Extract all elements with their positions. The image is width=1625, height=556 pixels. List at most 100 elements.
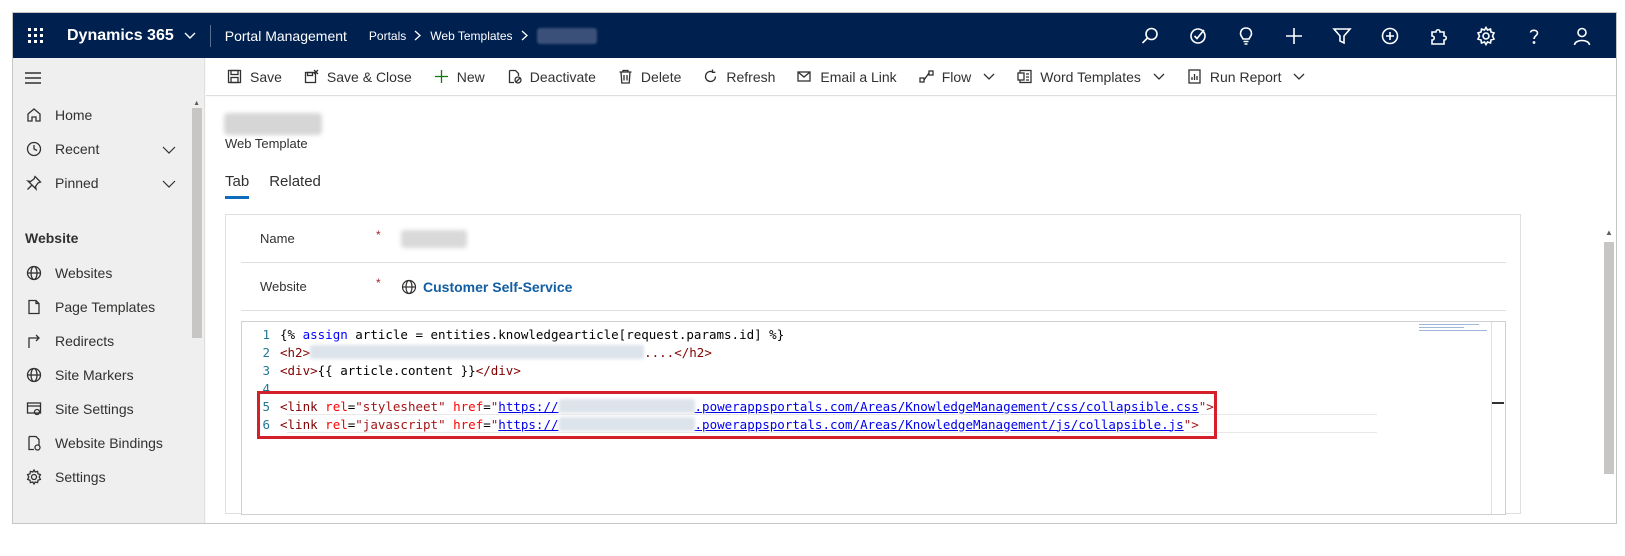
page-scroll-thumb[interactable]: [1604, 242, 1614, 474]
line-number: 3: [262, 362, 270, 378]
sidebar-item-site-settings[interactable]: Site Settings: [13, 392, 204, 426]
flow-button[interactable]: Flow: [908, 58, 1007, 96]
chevron-down-icon: [184, 32, 196, 39]
user-profile-button[interactable]: [1558, 13, 1606, 58]
app-launcher-button[interactable]: [13, 13, 57, 58]
code-redacted: [310, 345, 645, 359]
brand-menu[interactable]: Dynamics 365: [67, 27, 196, 45]
save-icon: [227, 69, 242, 84]
code-token: <div>: [280, 362, 318, 378]
editor-scroll-marker: [1492, 402, 1504, 404]
deactivate-icon: [508, 69, 522, 84]
plus-icon: [434, 70, 448, 83]
sidebar-item-home[interactable]: Home: [13, 98, 204, 132]
sidebar-item-website-bindings[interactable]: Website Bindings: [13, 426, 204, 460]
sidebar-item-site-markers[interactable]: Site Markers: [13, 358, 204, 392]
code-line-2: 2 <h2> ....</h2>: [242, 343, 712, 361]
deactivate-button[interactable]: Deactivate: [496, 58, 607, 96]
breadcrumb-record-redacted: [536, 27, 597, 44]
lightbulb-button[interactable]: [1222, 13, 1270, 58]
required-indicator: *: [376, 275, 381, 290]
save-close-button[interactable]: Save & Close: [293, 58, 423, 96]
page-scrollbar[interactable]: ▲: [1602, 224, 1616, 523]
sidebar-item-label: Page Templates: [55, 299, 156, 315]
globe-icon: [26, 367, 42, 383]
sidebar-item-settings[interactable]: Settings: [13, 460, 204, 494]
add-circle-button[interactable]: [1366, 13, 1414, 58]
website-lookup-link[interactable]: Customer Self-Service: [401, 279, 572, 295]
record-type: Web Template: [225, 136, 308, 151]
name-label: Name: [260, 231, 295, 246]
hamburger-icon: [25, 72, 41, 84]
sidebar-item-websites[interactable]: Websites: [13, 256, 204, 290]
refresh-button[interactable]: Refresh: [692, 58, 786, 96]
trash-icon: [619, 69, 632, 84]
globe-icon: [26, 265, 42, 281]
extensions-button[interactable]: [1414, 13, 1462, 58]
required-indicator: *: [376, 227, 381, 242]
sidebar-section-title: Website: [25, 230, 79, 246]
help-icon: [1529, 29, 1539, 44]
email-link-icon: [797, 71, 812, 82]
chevron-down-icon: [162, 146, 176, 154]
code-line-1: 1 {% assign article = entities.knowledgea…: [242, 325, 784, 343]
home-icon: [27, 108, 41, 122]
run-report-button[interactable]: Run Report: [1176, 58, 1317, 96]
flow-label: Flow: [941, 68, 972, 85]
sidebar-scrollbar[interactable]: [192, 108, 202, 338]
task-button[interactable]: [1174, 13, 1222, 58]
code-editor[interactable]: 1 {% assign article = entities.knowledgea…: [241, 321, 1506, 515]
new-record-button[interactable]: New: [423, 58, 496, 96]
email-link-button[interactable]: Email a Link: [786, 58, 907, 96]
annotation-highlight-box: [257, 391, 1217, 439]
delete-label: Delete: [640, 68, 682, 85]
app-name[interactable]: Portal Management: [225, 28, 347, 44]
brand-title: Dynamics 365: [67, 26, 174, 44]
sidebar-item-label: Redirects: [55, 333, 115, 349]
sidebar-item-page-templates[interactable]: Page Templates: [13, 290, 204, 324]
pin-icon: [26, 175, 42, 191]
chevron-right-icon: [414, 30, 422, 41]
save-button[interactable]: Save: [216, 58, 293, 96]
name-field-redacted[interactable]: [401, 229, 467, 248]
sidebar-item-pinned[interactable]: Pinned: [13, 166, 204, 200]
top-navigation-bar: Dynamics 365 Portal Management Portals W…: [13, 13, 1616, 58]
help-button[interactable]: [1510, 13, 1558, 58]
field-row-website: Website * Customer Self-Service: [241, 263, 1506, 311]
sidebar-scroll-up-arrow[interactable]: ▲: [193, 100, 200, 107]
chevron-down-icon: [1153, 73, 1165, 80]
deactivate-label: Deactivate: [529, 68, 596, 85]
globe-icon: [401, 279, 417, 294]
editor-minimap[interactable]: [1419, 324, 1487, 334]
sidebar-item-label: Settings: [55, 469, 106, 485]
code-token: <h2>: [280, 344, 311, 360]
filter-button[interactable]: [1318, 13, 1366, 58]
editor-scrollbar[interactable]: [1491, 322, 1505, 514]
topbar-icons: [1126, 13, 1606, 58]
form-tabs: Tab Related: [225, 173, 321, 199]
code-token: ....</h2>: [644, 344, 712, 360]
settings-icon: [1476, 25, 1496, 46]
sidebar-item-label: Pinned: [55, 175, 99, 191]
page-scroll-up-arrow[interactable]: ▲: [1605, 228, 1613, 237]
search-button[interactable]: [1126, 13, 1174, 58]
tab-tab[interactable]: Tab: [225, 173, 250, 199]
main-content: Web Template Tab Related Name * Website …: [206, 97, 1616, 523]
new-button[interactable]: [1270, 13, 1318, 58]
breadcrumb-web-templates[interactable]: Web Templates: [430, 29, 512, 43]
sidebar-item-redirects[interactable]: Redirects: [13, 324, 204, 358]
breadcrumb-portals[interactable]: Portals: [369, 29, 406, 43]
code-token: article = entities.knowledgearticle[requ…: [347, 326, 785, 342]
puzzle-icon: [1431, 28, 1448, 45]
circle-plus-icon: [1381, 27, 1399, 44]
sidebar-toggle-button[interactable]: [13, 58, 204, 98]
command-bar: Save Save & Close New Deactivate Delete …: [206, 58, 1616, 96]
code-token: {%: [280, 326, 296, 342]
flow-icon: [919, 70, 934, 83]
tab-related[interactable]: Related: [269, 173, 321, 199]
app-window: Dynamics 365 Portal Management Portals W…: [12, 12, 1617, 524]
settings-button[interactable]: [1462, 13, 1510, 58]
delete-button[interactable]: Delete: [607, 58, 692, 96]
word-templates-button[interactable]: Word Templates: [1006, 58, 1176, 96]
sidebar-item-recent[interactable]: Recent: [13, 132, 204, 166]
